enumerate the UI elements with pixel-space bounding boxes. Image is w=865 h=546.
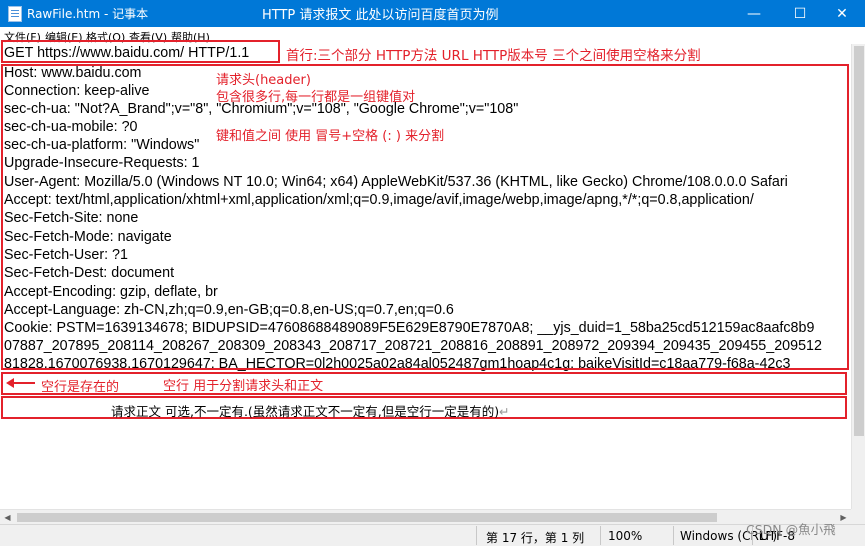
header-box [1, 64, 849, 370]
arrow-shaft [11, 382, 35, 384]
header-desc-note: 包含很多行,每一行都是一组键值对 [216, 90, 416, 105]
header-sep-note: 键和值之间 使用 冒号+空格 (: ) 来分割 [216, 129, 445, 144]
watermark: CSDN @魚小飛 [746, 522, 836, 537]
horizontal-scroll-thumb[interactable] [17, 513, 717, 522]
minimize-button[interactable]: — [731, 0, 777, 27]
left-arrow-icon [6, 378, 14, 388]
return-mark-icon: ↵ [499, 404, 510, 419]
zoom-level: 100% [608, 529, 643, 543]
notepad-icon [8, 6, 22, 22]
window-title: RawFile.htm - 记事本 [27, 7, 149, 21]
cursor-position: 第 17 行，第 1 列 [486, 531, 585, 545]
close-button[interactable]: ✕ [819, 0, 865, 27]
request-line-box [1, 40, 280, 63]
maximize-button[interactable]: ☐ [777, 0, 823, 27]
request-body-text: 请求正文 可选,不一定有.(虽然请求正文不一定有,但是空行一定是有的)↵ [111, 404, 510, 419]
vertical-scroll-thumb[interactable] [854, 46, 864, 436]
window-titlebar[interactable]: RawFile.htm - 记事本 HTTP 请求报文 此处以访问百度首页为例 … [0, 0, 865, 27]
request-line-note: 首行:三个部分 HTTP方法 URL HTTP版本号 三个之间使用空格来分割 [286, 48, 701, 64]
scroll-corner [851, 509, 865, 524]
blank-exists-note: 空行是存在的 [41, 380, 120, 395]
blank-purpose-note: 空行 用于分割请求头和正文 [163, 379, 324, 394]
status-bar: 第 17 行，第 1 列 100% Windows (CRLF) UTF-8 [0, 524, 865, 546]
status-separator [476, 526, 477, 545]
scroll-left-icon[interactable]: ◀ [0, 510, 15, 525]
blank-line-box [1, 372, 847, 395]
horizontal-scrollbar[interactable]: ◀ ▶ [0, 509, 851, 524]
status-separator [673, 526, 674, 545]
title-annotation: HTTP 请求报文 此处以访问百度首页为例 [262, 8, 499, 23]
scroll-right-icon[interactable]: ▶ [836, 510, 851, 525]
status-separator [600, 526, 601, 545]
vertical-scrollbar[interactable] [851, 44, 865, 509]
